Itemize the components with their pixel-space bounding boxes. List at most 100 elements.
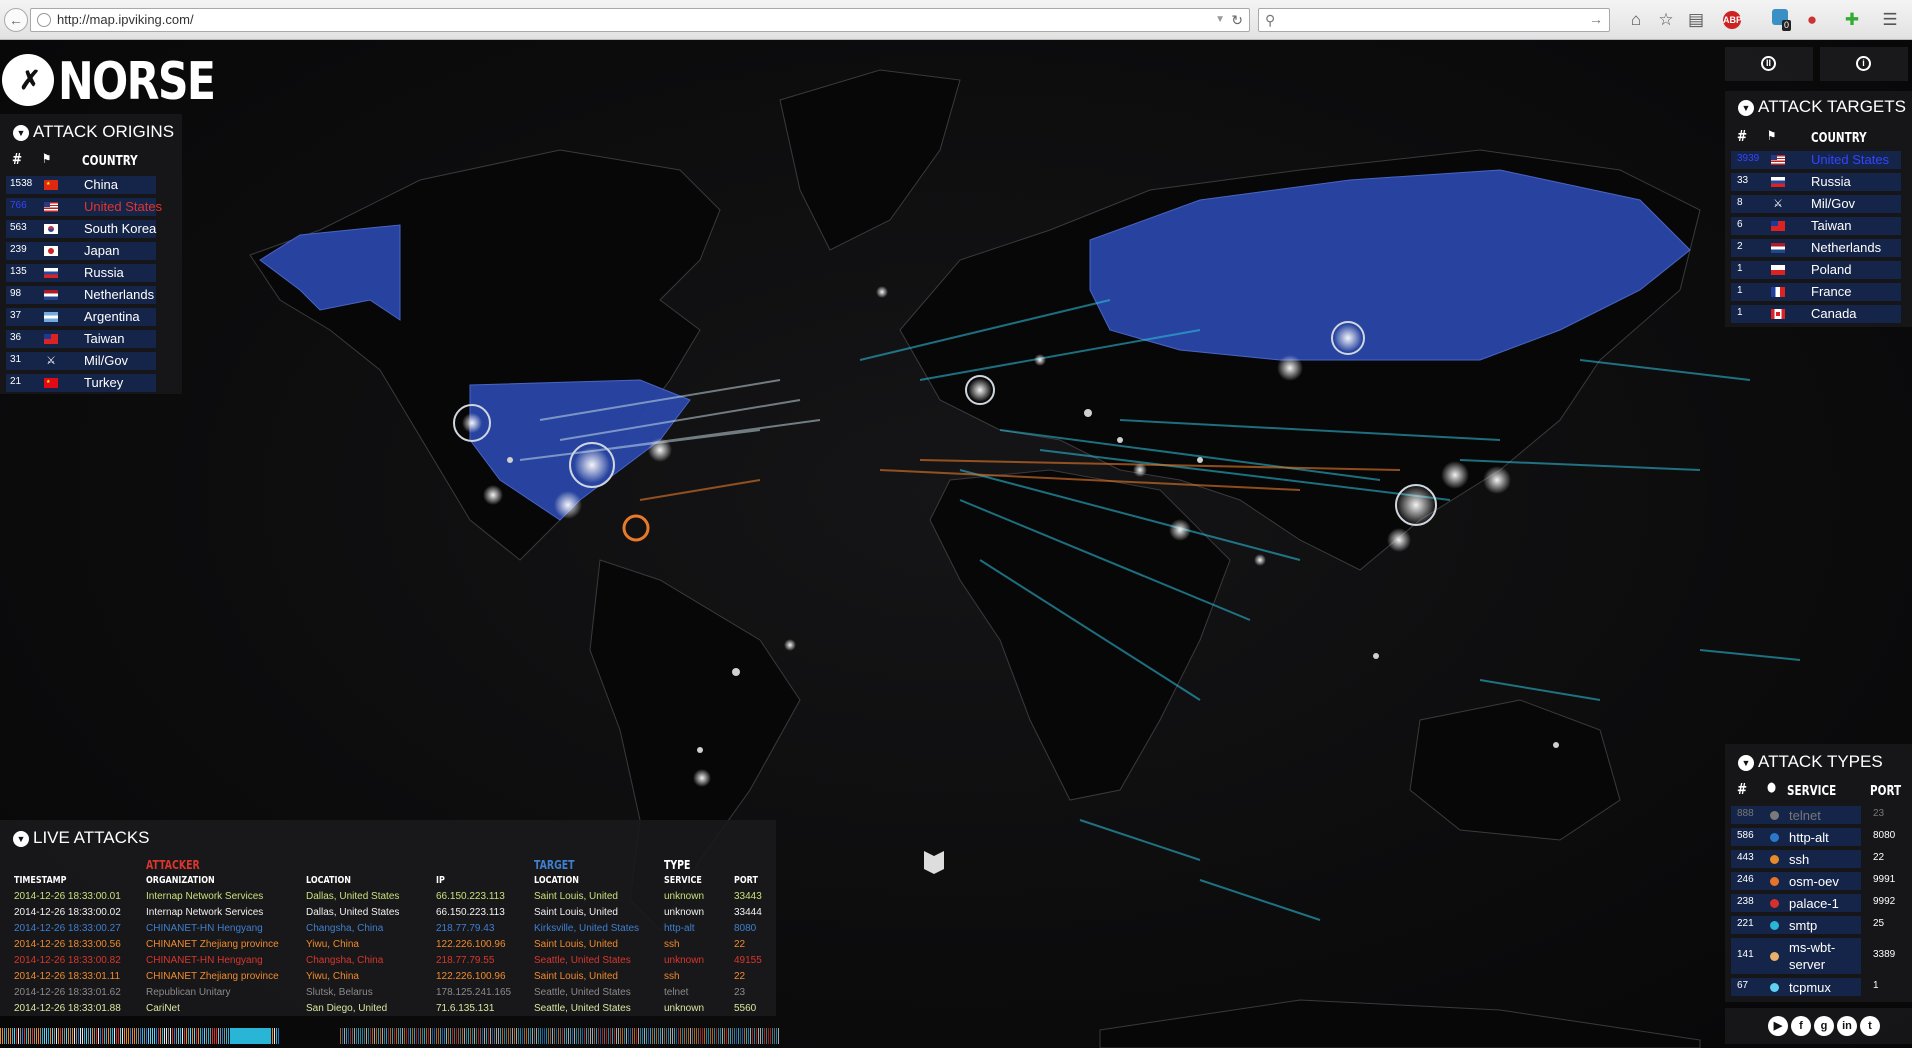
live-attack-row[interactable]: 2014-12-26 18:33:00.02 Internap Network S… <box>0 906 776 922</box>
ticker-bar <box>196 1028 197 1044</box>
country-row[interactable]: 1 France <box>1725 283 1907 301</box>
extension-badge-icon[interactable]: 0 <box>1768 8 1792 32</box>
collapse-icon[interactable]: ▼ <box>13 125 29 141</box>
attack-beam <box>639 479 761 501</box>
ticker-bar <box>484 1028 485 1044</box>
country-row[interactable]: 239 Japan <box>0 242 182 260</box>
ticker-bar <box>86 1028 87 1044</box>
attack-count: 33 <box>1737 175 1749 186</box>
reading-list-icon[interactable]: ▤ <box>1684 8 1708 32</box>
live-attack-row[interactable]: 2014-12-26 18:33:00.56 CHINANET Zhejiang … <box>0 938 776 954</box>
country-row[interactable]: 2 Netherlands <box>1725 239 1907 257</box>
collapse-icon[interactable]: ▼ <box>1738 100 1754 116</box>
live-attack-row[interactable]: 2014-12-26 18:33:01.62 Republican Unitary… <box>0 986 776 1002</box>
collapse-icon[interactable]: ▼ <box>13 831 29 847</box>
ticker-bar <box>510 1028 511 1044</box>
country-row[interactable]: 1 Canada <box>1725 305 1907 323</box>
attack-type-row[interactable]: 246 osm-oev 9991 <box>1725 872 1912 890</box>
ticker-bar <box>424 1028 425 1044</box>
home-icon[interactable]: ⌂ <box>1624 8 1648 32</box>
ticker-bar <box>740 1028 741 1044</box>
pause-button[interactable]: II <box>1725 47 1813 81</box>
ticker-bar <box>208 1028 209 1044</box>
ticker-bar <box>502 1028 503 1044</box>
extension-icon[interactable]: ● <box>1800 8 1824 32</box>
country-row[interactable]: 1538 ★ China <box>0 176 182 194</box>
country-row[interactable]: 1 Poland <box>1725 261 1907 279</box>
ticker-bar <box>670 1028 671 1044</box>
collapse-icon[interactable]: ▼ <box>1738 755 1754 771</box>
reload-icon[interactable]: ↻ <box>1231 9 1243 31</box>
location-col-header: LOCATION <box>306 875 351 886</box>
ticker-bar <box>668 1028 669 1044</box>
bookmark-star-icon[interactable]: ☆ <box>1654 8 1678 32</box>
ticker-bar <box>582 1028 583 1044</box>
dropdown-arrow-icon[interactable]: ▼ <box>1215 9 1225 31</box>
live-attack-row[interactable]: 2014-12-26 18:33:01.88 CariNet San Diego, … <box>0 1002 776 1018</box>
attack-beam <box>1199 879 1321 921</box>
attack-type-row[interactable]: 141 ms-wbt-server 3389 <box>1725 938 1912 974</box>
attack-beam <box>1079 819 1201 861</box>
attack-port: 33444 <box>734 907 762 918</box>
ticker-bar <box>220 1028 221 1044</box>
live-attack-row[interactable]: 2014-12-26 18:33:00.01 Internap Network S… <box>0 890 776 906</box>
country-row[interactable]: 98 Netherlands <box>0 286 182 304</box>
attack-type-row[interactable]: 443 ssh 22 <box>1725 850 1912 868</box>
attack-type-row[interactable]: 221 smtp 25 <box>1725 916 1912 934</box>
back-button[interactable]: ← <box>4 8 28 32</box>
menu-icon[interactable]: ☰ <box>1878 8 1902 32</box>
adblock-icon[interactable]: ABP <box>1720 8 1744 32</box>
attack-type-row[interactable]: 67 tcpmux 1 <box>1725 978 1912 996</box>
country-flag-icon <box>1771 177 1785 187</box>
attack-type-row[interactable]: 888 telnet 23 <box>1725 806 1912 824</box>
country-row[interactable]: 21 ★ Turkey <box>0 374 182 392</box>
info-button[interactable]: i <box>1820 47 1908 81</box>
puzzle-icon[interactable]: ✚ <box>1840 8 1864 32</box>
ticker-bar <box>616 1028 617 1044</box>
ticker-bar <box>430 1028 431 1044</box>
country-row[interactable]: 8 ⚔ Mil/Gov <box>1725 195 1907 213</box>
ticker-bar <box>154 1028 155 1044</box>
attack-count: 36 <box>10 332 22 343</box>
country-row[interactable]: 766 United States <box>0 198 182 216</box>
live-attacks-title[interactable]: ▼ LIVE ATTACKS <box>13 828 150 848</box>
country-name: Netherlands <box>84 287 155 302</box>
ticker-bar <box>634 1028 635 1044</box>
ticker-bar <box>712 1028 713 1044</box>
attacker-location: Changsha, China <box>306 923 384 934</box>
attack-node <box>732 668 740 676</box>
country-flag-icon <box>1771 265 1785 275</box>
ticker-bar <box>756 1028 757 1044</box>
search-input[interactable]: ⚲ → <box>1258 8 1610 32</box>
row-background <box>6 242 156 260</box>
attack-type-row[interactable]: 586 http-alt 8080 <box>1725 828 1912 846</box>
ticker-bar <box>448 1028 449 1044</box>
attack-targets-title[interactable]: ▼ ATTACK TARGETS <box>1738 97 1906 117</box>
go-arrow-icon[interactable]: → <box>1589 11 1603 27</box>
ticker-bar <box>414 1028 415 1044</box>
country-row[interactable]: 563 South Korea <box>0 220 182 238</box>
live-attack-row[interactable]: 2014-12-26 18:33:00.27 CHINANET-HN Hengya… <box>0 922 776 938</box>
live-attack-row[interactable]: 2014-12-26 18:33:01.11 CHINANET Zhejiang … <box>0 970 776 986</box>
attack-types-title[interactable]: ▼ ATTACK TYPES <box>1738 752 1883 772</box>
country-row[interactable]: 6 Taiwan <box>1725 217 1907 235</box>
live-attack-row[interactable]: 2014-12-26 18:33:00.82 CHINANET-HN Hengya… <box>0 954 776 970</box>
attack-origins-title[interactable]: ▼ ATTACK ORIGINS <box>13 122 174 142</box>
attack-type-row[interactable]: 238 palace-1 9992 <box>1725 894 1912 912</box>
country-row[interactable]: 36 Taiwan <box>0 330 182 348</box>
country-row[interactable]: 37 Argentina <box>0 308 182 326</box>
country-row[interactable]: 33 Russia <box>1725 173 1907 191</box>
ticker-bar <box>748 1028 749 1044</box>
attack-count: 221 <box>1737 918 1754 929</box>
attacker-ip: 218.77.79.55 <box>436 955 495 966</box>
address-bar[interactable]: http://map.ipviking.com/ ▼ ↻ <box>30 8 1250 32</box>
country-row[interactable]: 135 Russia <box>0 264 182 282</box>
country-row[interactable]: 3939 United States <box>1725 151 1907 169</box>
ticker-bar <box>472 1028 473 1044</box>
ticker-bar <box>102 1028 103 1044</box>
country-name: Netherlands <box>1811 240 1882 255</box>
country-header: COUNTRY <box>82 154 138 169</box>
country-row[interactable]: 31 ⚔ Mil/Gov <box>0 352 182 370</box>
country-flag-icon <box>44 246 58 256</box>
ticker-bar <box>688 1028 689 1044</box>
